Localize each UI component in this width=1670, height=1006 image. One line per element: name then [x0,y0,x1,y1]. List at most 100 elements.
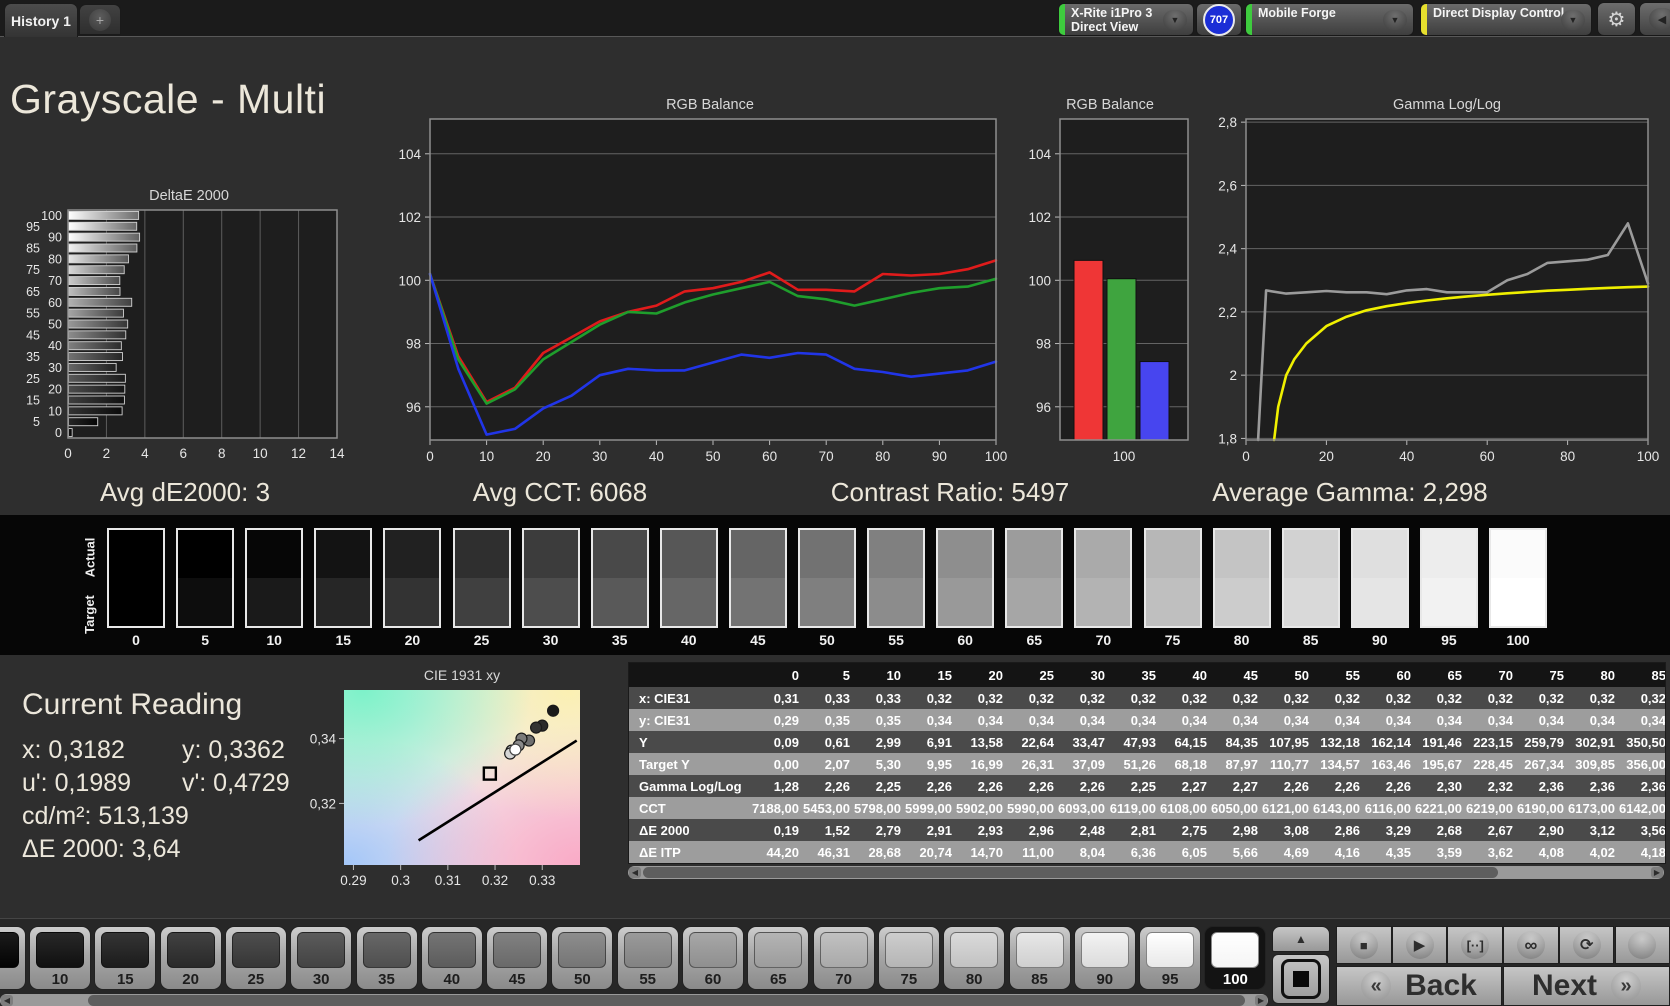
table-cell: 6116,00 [1364,800,1411,816]
meter-count-plate[interactable]: 707 [1196,3,1242,36]
pattern-list-up-button[interactable]: ▲ [1272,926,1330,952]
table-col-40: 40 [1192,667,1207,683]
svg-text:CIE 1931 xy: CIE 1931 xy [424,667,500,683]
strip-actual-80 [1214,530,1269,578]
patch-button-80[interactable]: 80 [943,926,1006,990]
table-cell: 33,47 [1072,734,1105,750]
table-cell: 6108,00 [1160,800,1207,816]
display-control-selector[interactable]: Direct Display Control ▼ [1420,3,1592,36]
continuous-measure-button[interactable]: ∞ [1503,926,1559,964]
patch-button-35[interactable]: 35 [355,926,418,990]
strip-swatch-15 [314,528,373,628]
table-cell: 132,18 [1320,734,1360,750]
chevron-down-icon[interactable]: ▼ [1163,10,1187,30]
patch-button-70[interactable]: 70 [812,926,875,990]
strip-swatch-95 [1419,528,1478,628]
table-cell: 46,31 [817,844,850,860]
next-button[interactable]: Next » [1503,966,1670,1006]
stop-button[interactable]: ■ [1336,926,1392,964]
table-cell: 4,02 [1589,844,1615,860]
collapse-panel-button[interactable]: ◀ [1639,2,1670,36]
svg-text:96: 96 [1036,400,1051,415]
pattern-window-button[interactable] [1272,954,1330,1004]
table-cell: 2,75 [1181,822,1207,838]
table-cell: 2,26 [1334,778,1360,794]
table-row-label: CCT [639,800,666,816]
single-measure-button[interactable]: [··] [1447,926,1504,964]
patch-button-90[interactable]: 90 [1073,926,1136,990]
source-selector[interactable]: Mobile Forge ▼ [1245,3,1414,36]
table-cell: 0,32 [1589,690,1615,706]
chevron-down-icon[interactable]: ▼ [1561,10,1585,30]
chevron-down-icon[interactable]: ▼ [1383,10,1407,30]
table-col-0: 0 [791,667,799,683]
svg-text:0: 0 [64,446,72,461]
scroll-left-arrow-icon[interactable]: ◀ [629,867,641,878]
pattern-list-scrollbar[interactable]: ◀ ▶ [0,994,1268,1006]
patch-button-5[interactable]: 5 [0,926,26,990]
stat-average-gamma: Average Gamma: 2,298 [1212,477,1488,507]
play-button[interactable]: ▶ [1391,926,1448,964]
extra-button[interactable] [1614,926,1670,964]
svg-text:90: 90 [48,231,62,245]
scroll-thumb[interactable] [88,995,1245,1006]
table-cell: 0,32 [926,690,952,706]
table-scrollbar[interactable]: ◀ ▶ [628,866,1664,879]
add-tab-button[interactable]: + [79,4,121,35]
svg-text:10: 10 [48,404,62,418]
table-cell: 9,95 [926,756,952,772]
back-button[interactable]: « Back [1336,966,1502,1006]
table-cell: 356,00 [1626,756,1666,772]
table-cell: 0,19 [773,822,799,838]
table-cell: 2,90 [1538,822,1564,838]
meter-mode: Direct View [1071,20,1139,34]
strip-target-100 [1491,578,1545,626]
patch-button-45[interactable]: 45 [486,926,549,990]
patch-button-15[interactable]: 15 [94,926,157,990]
patch-button-60[interactable]: 60 [682,926,744,990]
source-status-stripe [1246,4,1252,35]
svg-text:60: 60 [762,449,777,464]
scroll-left-arrow-icon[interactable]: ◀ [1,995,13,1006]
tab-history-1[interactable]: History 1 [4,3,78,37]
patch-button-85[interactable]: 85 [1008,926,1071,990]
table-cell: 84,35 [1225,734,1258,750]
svg-text:40: 40 [649,449,664,464]
settings-button[interactable]: ⚙ [1597,2,1636,36]
table-row-label: Gamma Log/Log [639,778,742,794]
patch-button-40[interactable]: 40 [420,926,483,990]
table-cell: 163,46 [1371,756,1411,772]
table-cell: 0,29 [773,712,799,728]
source-name: Mobile Forge [1258,6,1336,20]
patch-button-30[interactable]: 30 [290,926,353,990]
scroll-thumb[interactable] [643,867,1498,878]
table-cell: 5453,00 [803,800,850,816]
patch-button-100[interactable]: 100 [1204,926,1267,990]
table-col-50: 50 [1294,667,1309,683]
svg-text:0: 0 [426,449,434,464]
patch-button-20[interactable]: 20 [159,926,222,990]
patch-button-50[interactable]: 50 [551,926,614,990]
meter-selector[interactable]: X-Rite i1Pro 3 Direct View ▼ [1058,3,1194,36]
patch-swatch-75 [884,932,933,968]
scroll-right-arrow-icon[interactable]: ▶ [1651,867,1663,878]
svg-text:35: 35 [26,350,40,364]
patch-button-25[interactable]: 25 [224,926,287,990]
patch-button-10[interactable]: 10 [29,926,91,990]
patch-button-65[interactable]: 65 [747,926,810,990]
svg-text:100: 100 [1113,449,1136,464]
patch-button-55[interactable]: 55 [616,926,679,990]
refresh-button[interactable]: ⟳ [1558,926,1615,964]
table-cell: 6119,00 [1109,800,1156,816]
table-col-20: 20 [988,667,1003,683]
patch-button-75[interactable]: 75 [877,926,940,990]
table-cell: 0,31 [773,690,799,706]
strip-label-35: 35 [611,632,628,648]
up-arrow-icon: ▲ [1295,932,1307,946]
svg-text:70: 70 [48,274,62,288]
svg-text:80: 80 [1560,449,1575,464]
patch-button-95[interactable]: 95 [1139,926,1202,990]
table-cell: 0,33 [875,690,901,706]
scroll-right-arrow-icon[interactable]: ▶ [1255,995,1267,1006]
strip-label-90: 90 [1372,632,1388,648]
